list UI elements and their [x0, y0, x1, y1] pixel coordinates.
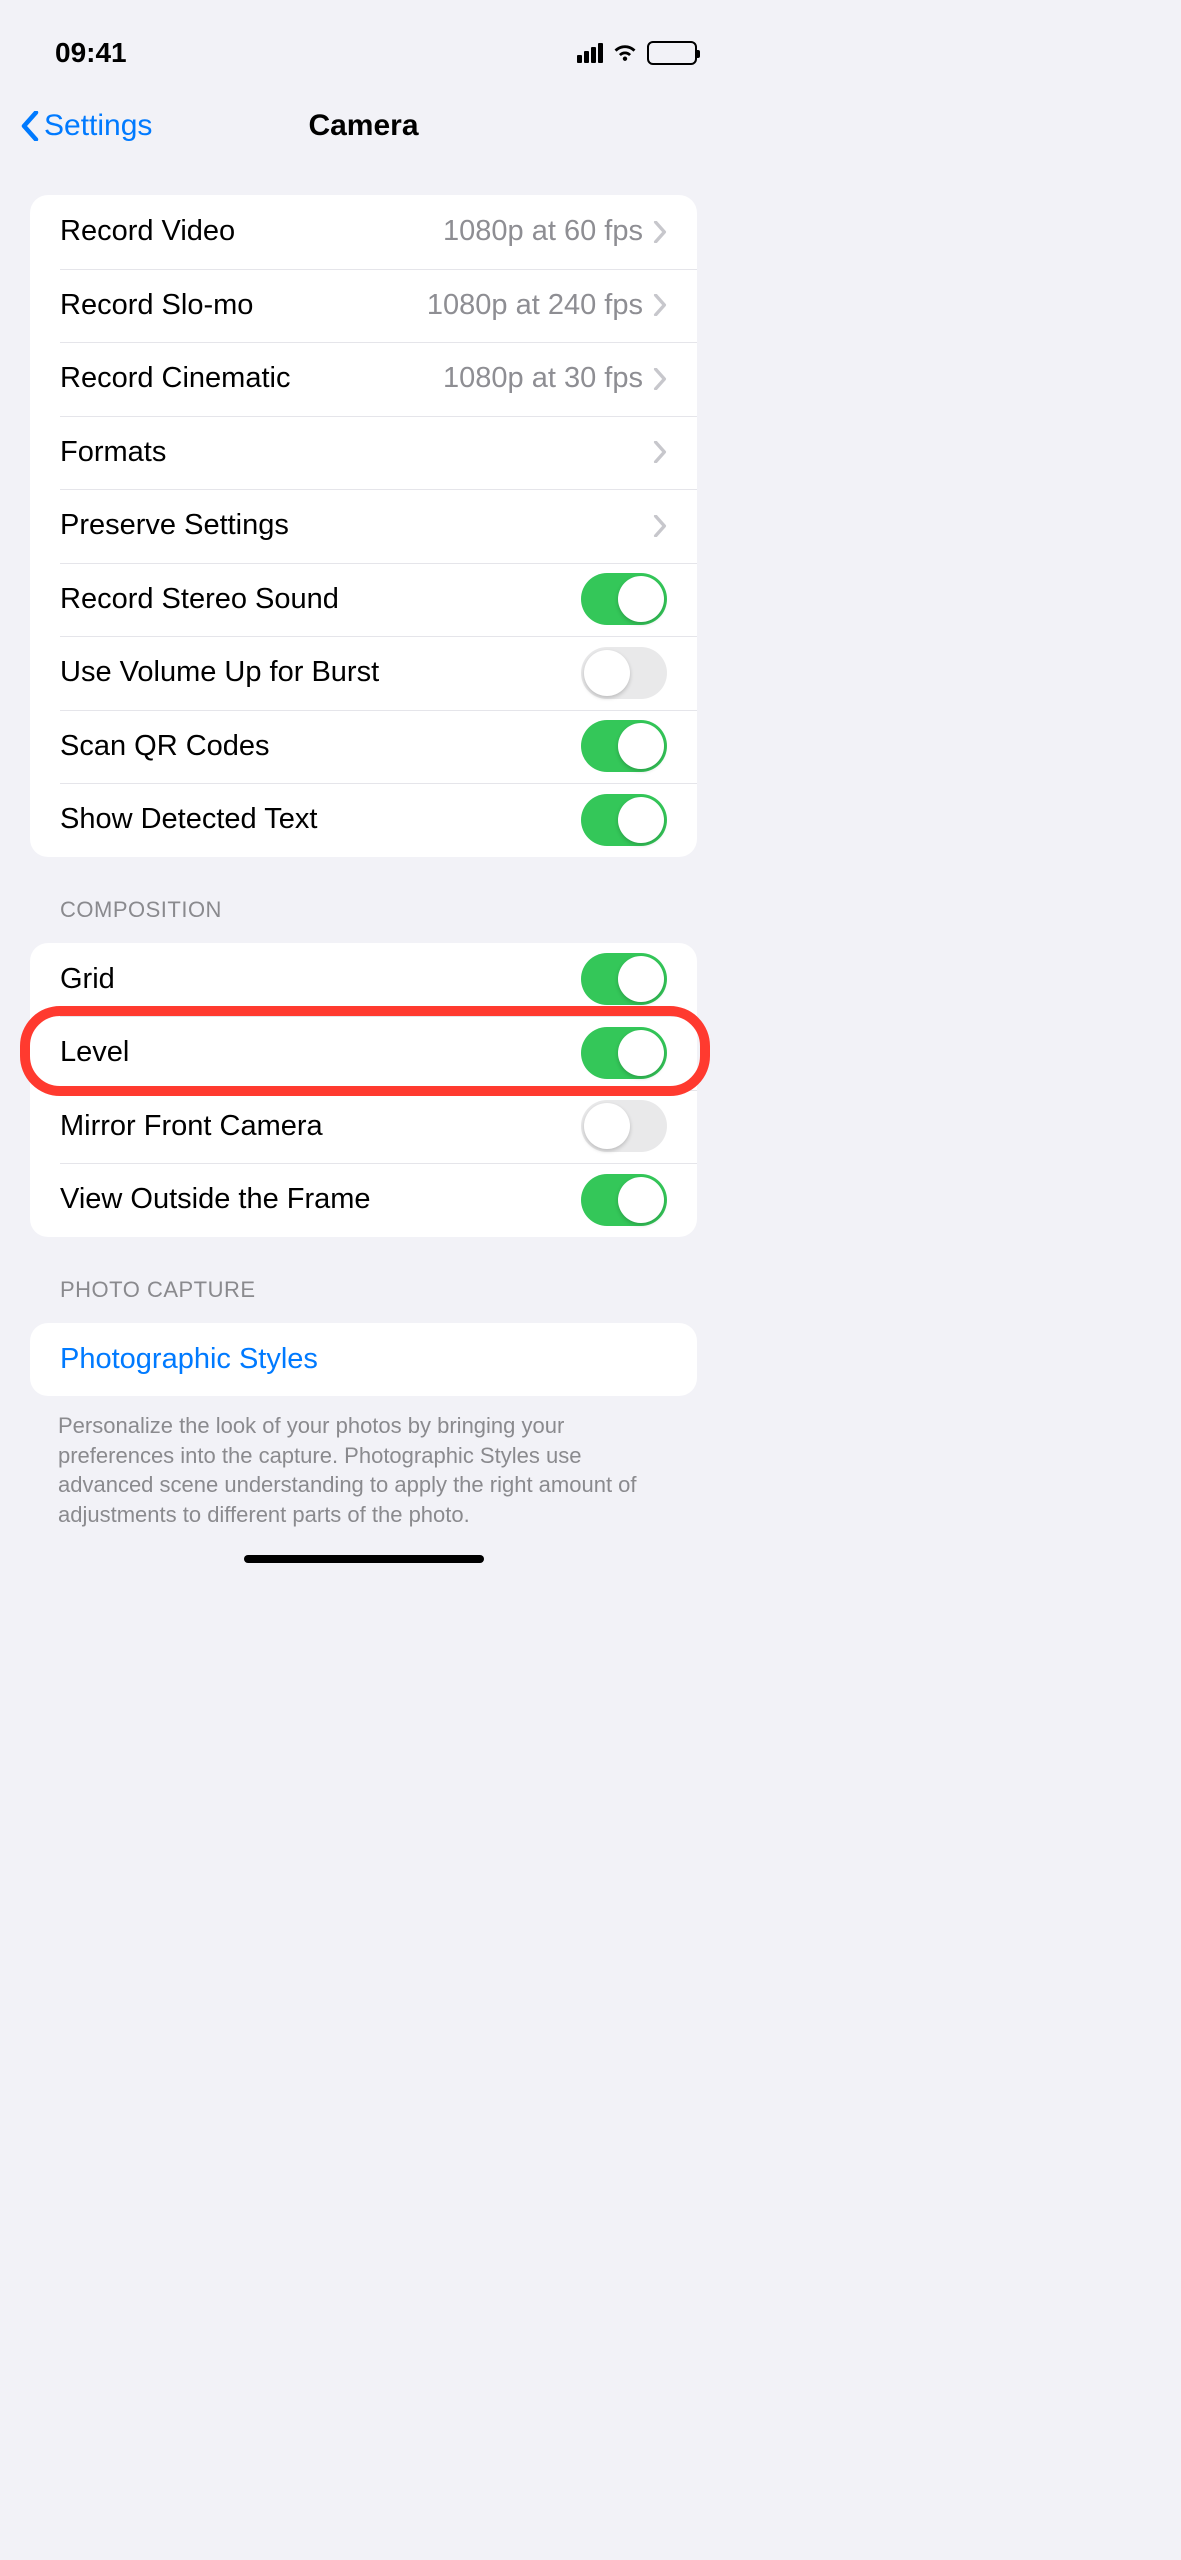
settings-group-main: Record Video 1080p at 60 fps Record Slo-…: [30, 195, 697, 857]
settings-group-photo-capture: Photographic Styles: [30, 1323, 697, 1397]
status-bar: 09:41: [0, 8, 727, 98]
chevron-left-icon: [20, 111, 40, 141]
toggle-view-outside[interactable]: [581, 1174, 667, 1226]
home-indicator[interactable]: [244, 1555, 484, 1563]
row-label: Level: [60, 1036, 581, 1069]
nav-bar: Settings Camera: [0, 98, 727, 163]
row-photographic-styles[interactable]: Photographic Styles: [30, 1323, 697, 1397]
section-header-composition: Composition: [60, 897, 667, 923]
row-label: Record Cinematic: [60, 362, 443, 395]
toggle-grid[interactable]: [581, 953, 667, 1005]
row-record-video[interactable]: Record Video 1080p at 60 fps: [30, 195, 697, 269]
row-label: Mirror Front Camera: [60, 1110, 581, 1143]
chevron-right-icon: [653, 368, 667, 390]
row-grid: Grid: [30, 943, 697, 1017]
toggle-scan-qr[interactable]: [581, 720, 667, 772]
toggle-stereo-sound[interactable]: [581, 573, 667, 625]
row-label: Record Video: [60, 215, 443, 248]
row-mirror-front: Mirror Front Camera: [30, 1090, 697, 1164]
row-formats[interactable]: Formats: [30, 416, 697, 490]
row-detail: 1080p at 30 fps: [443, 362, 643, 395]
row-label: Grid: [60, 963, 581, 996]
chevron-right-icon: [653, 515, 667, 537]
battery-icon: [647, 41, 697, 65]
row-label: Photographic Styles: [60, 1343, 667, 1376]
chevron-right-icon: [653, 441, 667, 463]
row-label: Use Volume Up for Burst: [60, 656, 581, 689]
row-record-stereo-sound: Record Stereo Sound: [30, 563, 697, 637]
status-indicators: [577, 40, 697, 67]
row-level: Level: [30, 1016, 697, 1090]
row-view-outside-frame: View Outside the Frame: [30, 1163, 697, 1237]
section-header-photo-capture: Photo Capture: [60, 1277, 667, 1303]
row-record-slomo[interactable]: Record Slo-mo 1080p at 240 fps: [30, 269, 697, 343]
row-label: Show Detected Text: [60, 803, 581, 836]
row-label: Preserve Settings: [60, 509, 653, 542]
row-detected-text: Show Detected Text: [30, 783, 697, 857]
back-button[interactable]: Settings: [20, 109, 152, 143]
row-preserve-settings[interactable]: Preserve Settings: [30, 489, 697, 563]
row-label: Record Stereo Sound: [60, 583, 581, 616]
row-scan-qr: Scan QR Codes: [30, 710, 697, 784]
row-label: Record Slo-mo: [60, 289, 427, 322]
footer-text-photo-capture: Personalize the look of your photos by b…: [58, 1411, 669, 1530]
toggle-mirror-front[interactable]: [581, 1100, 667, 1152]
back-label: Settings: [44, 109, 152, 143]
row-detail: 1080p at 60 fps: [443, 215, 643, 248]
row-label: View Outside the Frame: [60, 1183, 581, 1216]
settings-group-composition: Grid Level Mirror Front Camera View Outs…: [30, 943, 697, 1237]
wifi-icon: [611, 40, 639, 67]
row-label: Formats: [60, 436, 653, 469]
cellular-icon: [577, 43, 603, 63]
row-record-cinematic[interactable]: Record Cinematic 1080p at 30 fps: [30, 342, 697, 416]
chevron-right-icon: [653, 294, 667, 316]
toggle-level[interactable]: [581, 1027, 667, 1079]
row-detail: 1080p at 240 fps: [427, 289, 643, 322]
toggle-volume-burst[interactable]: [581, 647, 667, 699]
camera-settings-screen: 09:41 Settings Camera Record Video 1080p…: [0, 0, 727, 1575]
toggle-detected-text[interactable]: [581, 794, 667, 846]
chevron-right-icon: [653, 221, 667, 243]
status-time: 09:41: [55, 37, 127, 69]
row-volume-up-burst: Use Volume Up for Burst: [30, 636, 697, 710]
row-label: Scan QR Codes: [60, 730, 581, 763]
